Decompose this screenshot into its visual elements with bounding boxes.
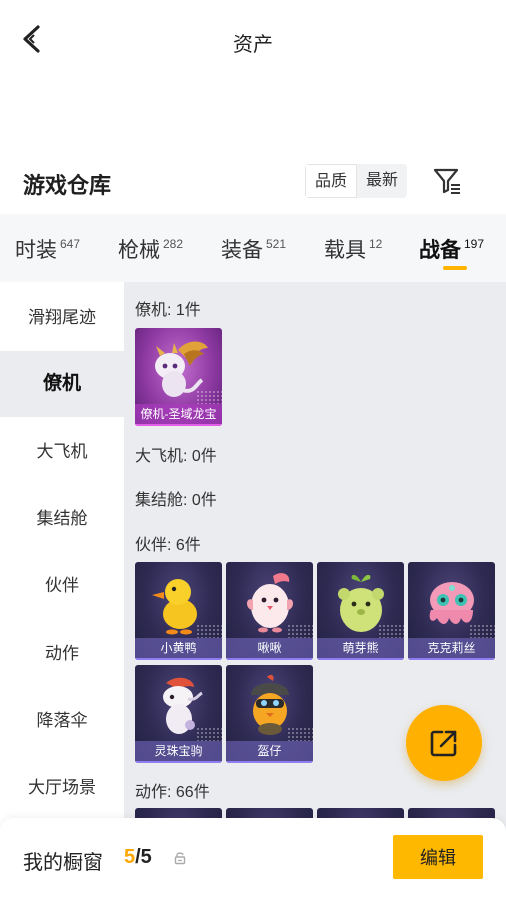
group-heading-actions: 动作: 66件 <box>135 784 210 801</box>
item-card-label: 灵珠宝驹 <box>135 741 222 763</box>
sidebar-item-lobby-scene[interactable]: 大厅场景 <box>0 755 124 821</box>
category-tabs: 时装 647 枪械 282 装备 521 载具 12 战备 197 <box>0 214 506 282</box>
item-card-sprout-bear[interactable]: 萌芽熊 <box>317 562 404 660</box>
card-decoration <box>378 624 404 638</box>
active-tab-indicator <box>443 266 467 270</box>
section-title: 游戏仓库 <box>23 173 112 198</box>
sort-quality-button[interactable]: 品质 <box>305 164 358 198</box>
card-decoration <box>196 390 222 404</box>
card-decoration <box>469 624 495 638</box>
sidebar-item-glide-trail[interactable]: 滑翔尾迹 <box>0 285 124 351</box>
section-header: 游戏仓库 <box>0 160 506 204</box>
card-decoration <box>287 727 313 741</box>
sidebar-item-actions[interactable]: 动作 <box>0 621 124 687</box>
page-title: 资产 <box>233 34 273 56</box>
tab-fashion[interactable]: 时装 647 <box>15 234 80 264</box>
item-card-label: 克克莉丝 <box>408 638 495 660</box>
share-button[interactable] <box>406 705 482 781</box>
item-grid-panel: 僚机: 1件 僚机-圣域龙宝 大飞机: 0件 集结舱: 0件 伙伴: 6件 小黄… <box>124 282 506 897</box>
item-card-label: 小黄鸭 <box>135 638 222 660</box>
item-card-label: 僚机-圣域龙宝 <box>135 404 222 426</box>
item-card-label: 啾啾 <box>226 638 313 660</box>
card-decoration <box>287 624 313 638</box>
group-heading-partners: 伙伴: 6件 <box>135 537 201 554</box>
card-decoration <box>196 727 222 741</box>
showcase-label: 我的橱窗 <box>23 852 103 874</box>
filter-icon[interactable] <box>432 166 462 196</box>
item-card-yellow-duck[interactable]: 小黄鸭 <box>135 562 222 660</box>
sidebar-item-assembly-pod[interactable]: 集结舱 <box>0 486 124 552</box>
share-icon <box>430 730 457 757</box>
tab-vehicles[interactable]: 载具 12 <box>324 234 382 264</box>
sort-toggle: 品质 最新 <box>305 164 408 198</box>
item-card-label: 萌芽熊 <box>317 638 404 660</box>
app-header: 资产 <box>0 0 506 80</box>
card-decoration <box>196 624 222 638</box>
group-heading-assembly-pod: 集结舱: 0件 <box>135 492 217 509</box>
sidebar-item-parachute[interactable]: 降落伞 <box>0 688 124 754</box>
showcase-count: 5/5 <box>124 846 152 868</box>
item-card-octopus[interactable]: 克克莉丝 <box>408 562 495 660</box>
tab-combat-gear[interactable]: 战备 197 <box>419 234 484 264</box>
sidebar-item-big-plane[interactable]: 大飞机 <box>0 419 124 485</box>
lock-icon <box>173 851 187 865</box>
tab-firearms[interactable]: 枪械 282 <box>118 234 183 264</box>
edit-button[interactable]: 编辑 <box>393 835 483 879</box>
tab-equipment[interactable]: 装备 521 <box>221 234 286 264</box>
sidebar-item-partners[interactable]: 伙伴 <box>0 553 124 619</box>
item-card-pink-bird[interactable]: 啾啾 <box>226 562 313 660</box>
item-card-dragon[interactable]: 僚机-圣域龙宝 <box>135 328 222 426</box>
sort-latest-button[interactable]: 最新 <box>357 164 407 198</box>
group-heading-wingman: 僚机: 1件 <box>135 302 201 319</box>
item-card-label: 盔仔 <box>226 741 313 763</box>
sidebar-item-wingman[interactable]: 僚机 <box>0 351 124 417</box>
item-card-horse[interactable]: 灵珠宝驹 <box>135 665 222 763</box>
subcategory-sidebar: 滑翔尾迹 僚机 大飞机 集结舱 伙伴 动作 降落伞 大厅场景 <box>0 282 124 897</box>
group-heading-big-plane: 大飞机: 0件 <box>135 448 217 465</box>
item-card-helmet-chick[interactable]: 盔仔 <box>226 665 313 763</box>
